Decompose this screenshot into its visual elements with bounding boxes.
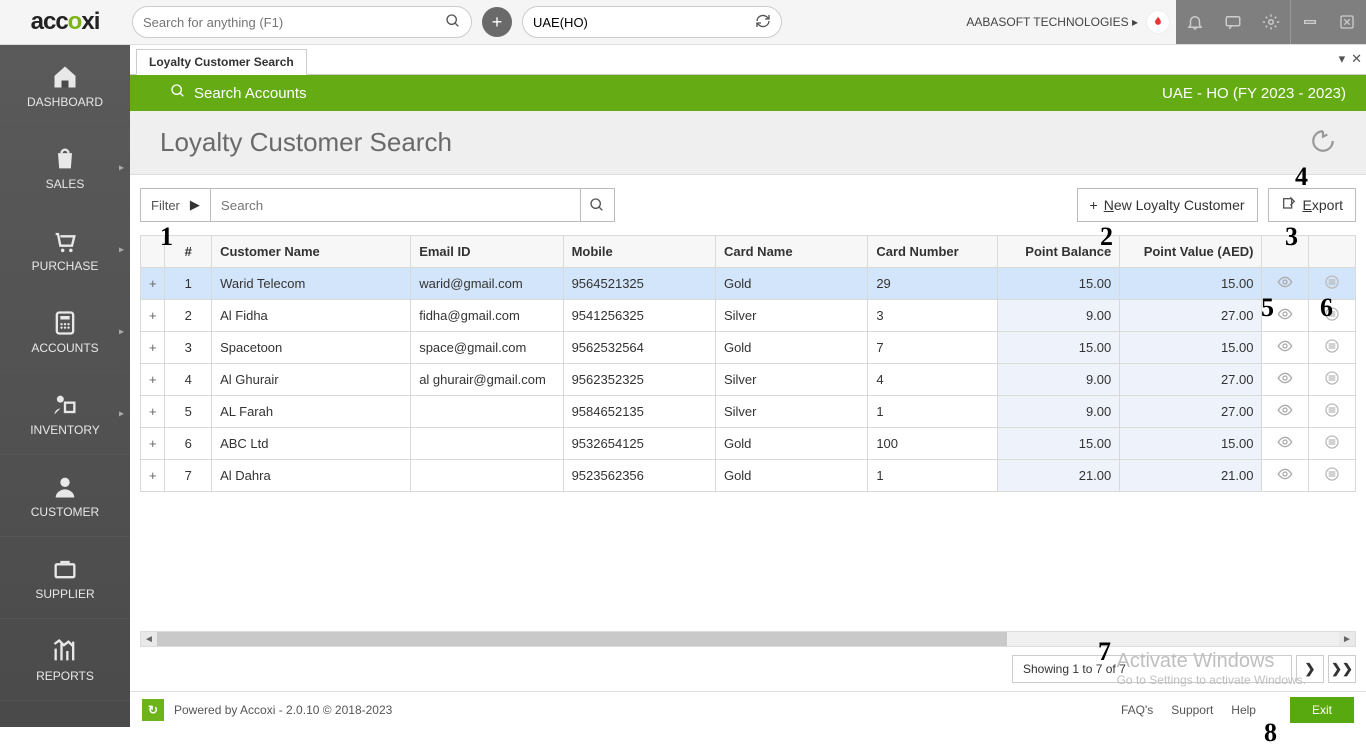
help-link[interactable]: Help <box>1231 703 1256 717</box>
view-icon[interactable] <box>1262 460 1309 492</box>
col-card-number[interactable]: Card Number <box>868 236 998 268</box>
expand-icon[interactable]: + <box>141 460 165 492</box>
more-icon[interactable] <box>1309 460 1356 492</box>
more-icon[interactable] <box>1309 364 1356 396</box>
more-icon[interactable] <box>1309 268 1356 300</box>
sidebar-item-label: CUSTOMER <box>31 505 99 519</box>
horizontal-scrollbar[interactable]: ◄ ► <box>140 631 1356 647</box>
tab-close-icon[interactable]: ✕ <box>1351 51 1362 67</box>
view-icon[interactable] <box>1262 268 1309 300</box>
bell-icon[interactable] <box>1176 0 1214 44</box>
col-point-balance[interactable]: Point Balance <box>998 236 1120 268</box>
powered-by: Powered by Accoxi - 2.0.10 © 2018-2023 <box>174 703 392 717</box>
export-icon <box>1281 196 1297 215</box>
plus-icon: + <box>1090 197 1098 213</box>
exit-button[interactable]: Exit <box>1290 697 1354 723</box>
add-button[interactable]: + <box>482 7 512 37</box>
expand-icon[interactable]: + <box>141 396 165 428</box>
sidebar-item-label: REPORTS <box>36 669 94 683</box>
next-page-button[interactable]: ❯ <box>1296 655 1324 683</box>
table-row[interactable]: +1Warid Telecomwarid@gmail.com9564521325… <box>141 268 1356 300</box>
view-icon[interactable] <box>1262 300 1309 332</box>
col-point-value[interactable]: Point Value (AED) <box>1120 236 1262 268</box>
view-icon[interactable] <box>1262 396 1309 428</box>
sidebar-item-label: SALES <box>46 177 85 191</box>
expand-icon[interactable]: + <box>141 364 165 396</box>
sidebar-item-supplier[interactable]: SUPPLIER <box>0 537 130 619</box>
col-customer-name[interactable]: Customer Name <box>212 236 411 268</box>
support-link[interactable]: Support <box>1171 703 1213 717</box>
tab-dropdown-icon[interactable]: ▾ <box>1339 51 1346 67</box>
sidebar: DASHBOARDSALES▸PURCHASE▸ACCOUNTS▸INVENTO… <box>0 45 130 727</box>
last-page-button[interactable]: ❯❯ <box>1328 655 1356 683</box>
gear-icon[interactable] <box>1252 0 1290 44</box>
sidebar-item-label: PURCHASE <box>32 259 99 273</box>
pager-info: Showing 1 to 7 of 7 <box>1012 655 1292 683</box>
close-window-icon[interactable] <box>1328 0 1366 44</box>
col-email[interactable]: Email ID <box>411 236 563 268</box>
search-icon <box>170 83 186 103</box>
col-mobile[interactable]: Mobile <box>563 236 715 268</box>
refresh-icon[interactable] <box>1310 128 1336 157</box>
col-card-name[interactable]: Card Name <box>715 236 867 268</box>
minimize-icon[interactable] <box>1290 0 1328 44</box>
branch-selector[interactable] <box>522 6 782 38</box>
refresh-icon[interactable] <box>755 13 771 32</box>
sidebar-item-label: INVENTORY <box>30 423 100 437</box>
expand-icon[interactable]: + <box>141 332 165 364</box>
more-icon[interactable] <box>1309 332 1356 364</box>
table-row[interactable]: +3Spacetoonspace@gmail.com9562532564Gold… <box>141 332 1356 364</box>
new-loyalty-customer-button[interactable]: + New Loyalty Customer <box>1077 188 1258 222</box>
more-icon[interactable] <box>1309 428 1356 460</box>
expand-icon[interactable]: + <box>141 268 165 300</box>
table-row[interactable]: +2Al Fidhafidha@gmail.com9541256325Silve… <box>141 300 1356 332</box>
sidebar-item-customer[interactable]: CUSTOMER <box>0 455 130 537</box>
footer-logo-icon: ↻ <box>142 699 164 721</box>
table-row[interactable]: +6ABC Ltd9532654125Gold10015.0015.00 <box>141 428 1356 460</box>
sidebar-item-label: ACCOUNTS <box>31 341 98 355</box>
sidebar-item-sales[interactable]: SALES▸ <box>0 127 130 209</box>
expand-icon[interactable]: + <box>141 428 165 460</box>
fiscal-year-label: UAE - HO (FY 2023 - 2023) <box>1162 85 1346 102</box>
greenbar-title: Search Accounts <box>194 85 307 102</box>
table-row[interactable]: +7Al Dahra9523562356Gold121.0021.00 <box>141 460 1356 492</box>
more-icon[interactable] <box>1309 300 1356 332</box>
col-number[interactable]: # <box>165 236 212 268</box>
view-icon[interactable] <box>1262 364 1309 396</box>
filter-search-input[interactable] <box>210 189 580 221</box>
global-search[interactable] <box>132 6 472 38</box>
search-icon[interactable] <box>445 13 461 32</box>
chat-icon[interactable] <box>1214 0 1252 44</box>
sidebar-item-label: DASHBOARD <box>27 95 103 109</box>
sidebar-item-accounts[interactable]: ACCOUNTS▸ <box>0 291 130 373</box>
page-title: Loyalty Customer Search <box>160 127 452 158</box>
filter-search-button[interactable] <box>581 188 615 222</box>
sidebar-item-purchase[interactable]: PURCHASE▸ <box>0 209 130 291</box>
company-name[interactable]: AABASOFT TECHNOLOGIES ▸ <box>966 15 1138 29</box>
app-logo: accoxi <box>0 8 130 36</box>
view-icon[interactable] <box>1262 428 1309 460</box>
expand-icon[interactable]: + <box>141 300 165 332</box>
filter-button[interactable]: Filter ▶ <box>141 197 210 213</box>
branch-input[interactable] <box>533 15 755 30</box>
sidebar-item-inventory[interactable]: INVENTORY▸ <box>0 373 130 455</box>
table-row[interactable]: +4Al Ghurairal ghurair@gmail.com95623523… <box>141 364 1356 396</box>
global-search-input[interactable] <box>143 15 445 30</box>
sidebar-item-label: SUPPLIER <box>35 587 94 601</box>
export-button[interactable]: Export <box>1268 188 1356 222</box>
sidebar-item-reports[interactable]: REPORTS <box>0 619 130 701</box>
table-row[interactable]: +5AL Farah9584652135Silver19.0027.00 <box>141 396 1356 428</box>
loyalty-customer-table: # Customer Name Email ID Mobile Card Nam… <box>140 235 1356 492</box>
sidebar-item-dashboard[interactable]: DASHBOARD <box>0 45 130 127</box>
faq-link[interactable]: FAQ's <box>1121 703 1153 717</box>
view-icon[interactable] <box>1262 332 1309 364</box>
flame-icon[interactable] <box>1146 10 1170 34</box>
more-icon[interactable] <box>1309 396 1356 428</box>
tab-loyalty-customer-search[interactable]: Loyalty Customer Search <box>136 49 307 75</box>
